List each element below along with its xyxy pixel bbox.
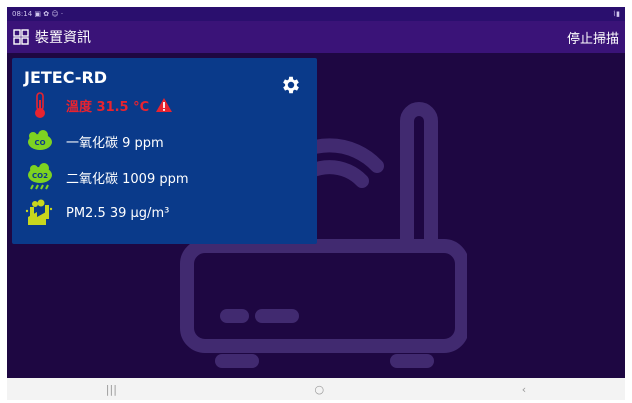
page-title: 裝置資訊 (35, 30, 91, 46)
co2-cloud-icon: CO2 (28, 163, 52, 190)
system-nav-bar: ||| ○ ‹ (7, 378, 625, 400)
home-button[interactable]: ○ (315, 383, 325, 396)
gear-icon[interactable] (280, 74, 302, 96)
co2-icon-label: CO2 (32, 172, 48, 180)
co-value: 一氧化碳 9 ppm (66, 135, 164, 151)
device-name: JETEC-RD (24, 68, 108, 87)
co2-row: CO2 二氧化碳 1009 ppm (24, 159, 305, 195)
status-bar: 08:14 ▣ ✿ ☺ · ⌇▮ (7, 7, 625, 21)
co-row: CO 一氧化碳 9 ppm (24, 123, 305, 159)
pm25-value: PM2.5 39 μg/m³ (66, 205, 170, 221)
device-card[interactable]: JETEC-RD 溫度 31.5 °C CO 一氧化碳 9 ppm CO2 二氧… (12, 58, 317, 244)
temperature-row: 溫度 31.5 °C (24, 87, 305, 123)
warning-icon (156, 98, 173, 112)
temperature-value: 溫度 31.5 °C (66, 99, 150, 115)
grid-menu-icon[interactable] (13, 29, 29, 45)
recents-button[interactable]: ||| (106, 383, 117, 396)
co-cloud-icon: CO (28, 130, 52, 150)
pm25-row: PM2.5 39 μg/m³ (24, 195, 305, 231)
status-indicators: ⌇▮ (612, 10, 620, 18)
stop-scan-button[interactable]: 停止掃描 (567, 28, 619, 47)
app-bar: 裝置資訊 停止掃描 (7, 21, 625, 53)
co2-value: 二氧化碳 1009 ppm (66, 171, 189, 187)
main-content: JETEC-RD 溫度 31.5 °C CO 一氧化碳 9 ppm CO2 二氧… (7, 53, 625, 378)
thermometer-icon (35, 92, 45, 118)
pm25-factory-icon (25, 199, 53, 225)
status-time-icons: 08:14 ▣ ✿ ☺ · (12, 10, 64, 18)
back-button[interactable]: ‹ (522, 383, 526, 396)
co-icon-label: CO (34, 139, 45, 147)
